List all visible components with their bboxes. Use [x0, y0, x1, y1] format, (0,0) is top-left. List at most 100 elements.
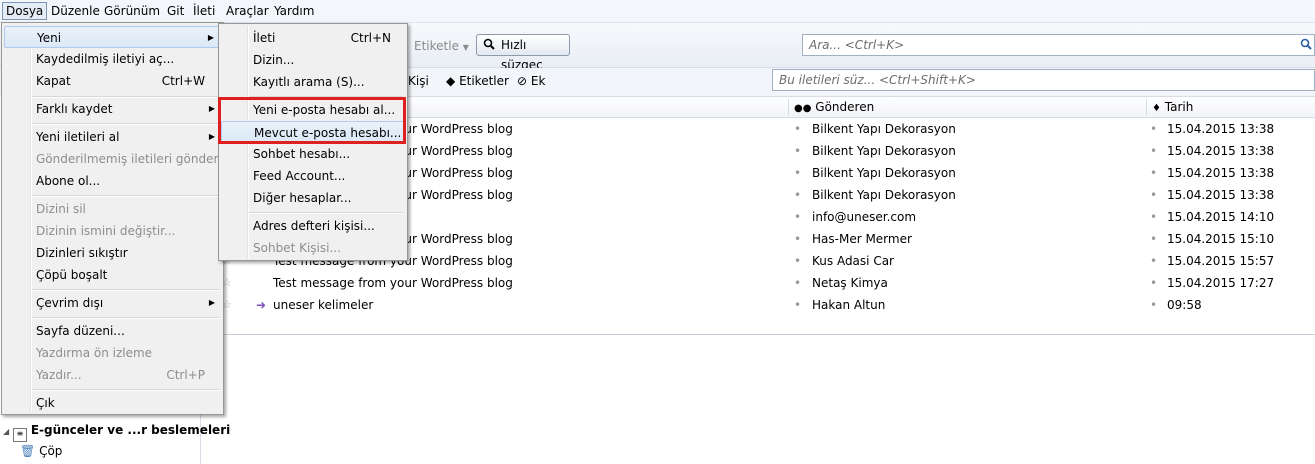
menu-yardim[interactable]: Yardım [270, 3, 318, 19]
menu-item-page-setup[interactable]: Sayfa düzeni... [4, 320, 221, 342]
read-dot-icon[interactable]: • [794, 184, 801, 206]
menu-duzenle[interactable]: Düzenle [47, 3, 104, 19]
column-separator [1146, 99, 1147, 115]
search-input[interactable]: Ara... <Ctrl+K> [802, 34, 1315, 56]
folder-feeds[interactable]: ◢ ≡ E-günceler ve ...r beslemeleri [3, 421, 230, 442]
column-date-label: Tarih [1164, 100, 1194, 114]
menu-item-feed-account[interactable]: Feed Account... [221, 165, 405, 187]
flame-icon: ♦ [1152, 103, 1161, 114]
menu-item-label: Sayfa düzeni... [36, 324, 125, 338]
feed-folder-icon: ≡ [12, 428, 27, 442]
table-row[interactable]: ☆ Test message from your WordPress blog • N… [200, 272, 1315, 294]
menu-item-offline[interactable]: Çevrim dışı ▶ [4, 292, 221, 314]
menu-item-print: Yazdır... Ctrl+P [4, 364, 221, 386]
menu-item-label: Diğer hesaplar... [253, 191, 352, 205]
quick-filter-button[interactable]: Hızlı süzgeç [476, 34, 570, 72]
menu-item-label: Dizinleri sıkıştır [36, 246, 128, 260]
menu-item-new[interactable]: Yeni ▶ [4, 26, 221, 48]
read-dot-icon[interactable]: • [794, 162, 801, 184]
menu-item-label: Dizini sil [36, 202, 86, 216]
menu-item-delete-folder: Dizini sil [4, 198, 221, 220]
row-date: 15.04.2015 14:10 [1167, 210, 1275, 224]
junk-dot-icon[interactable]: • [1150, 118, 1157, 140]
menu-item-new-folder[interactable]: Dizin... [221, 49, 405, 71]
filter-contact-button[interactable]: Kişi [408, 73, 429, 89]
filter-input[interactable]: Bu iletileri süz... <Ctrl+Shift+K> [772, 69, 1315, 91]
menu-item-compact-folders[interactable]: Dizinleri sıkıştır [4, 242, 221, 264]
read-dot-icon[interactable]: • [794, 206, 801, 228]
menu-item-label: İleti [253, 31, 276, 45]
chevron-down-icon: ▼ [462, 43, 469, 52]
menu-item-label: Kayıtlı arama (S)... [253, 75, 365, 89]
filter-tags-button[interactable]: ◆ Etiketler [446, 73, 509, 89]
menu-item-label: Gönderilmemiş iletileri gönder [36, 152, 219, 166]
row-subject: Test message from your WordPress blog [273, 276, 513, 290]
read-dot-icon[interactable]: • [794, 250, 801, 272]
tag-button[interactable]: Etiketle ▼ [414, 38, 469, 56]
filter-attachment-label: Ek [530, 74, 546, 88]
menu-araclar[interactable]: Araçlar [222, 3, 273, 19]
menu-item-label: Yazdır... [36, 368, 82, 382]
menu-item-saved-search[interactable]: Kayıtlı arama (S)... [221, 71, 405, 93]
menu-ileti[interactable]: İleti [189, 3, 219, 19]
menu-item-address-book-contact[interactable]: Adres defteri kişisi... [221, 215, 405, 237]
menu-item-save-as[interactable]: Farklı kaydet ▶ [4, 98, 221, 120]
menu-item-label: Çöpü boşalt [36, 268, 108, 282]
filter-attachment-button[interactable]: ⊘ Ek [517, 73, 545, 89]
menu-item-label: Kapat [36, 74, 71, 88]
junk-dot-icon[interactable]: • [1150, 184, 1157, 206]
menu-dosya[interactable]: Dosya [2, 2, 48, 20]
menu-item-open-saved[interactable]: Kaydedilmiş iletiyi aç... [4, 48, 221, 70]
menu-item-new-message[interactable]: İleti Ctrl+N [221, 27, 405, 49]
menu-gorunum[interactable]: Görünüm [100, 3, 164, 19]
menu-item-chat-account[interactable]: Sohbet hesabı... [221, 143, 405, 165]
menu-item-subscribe[interactable]: Abone ol... [4, 170, 221, 192]
read-dot-icon[interactable]: • [794, 118, 801, 140]
menu-item-exit[interactable]: Çık [4, 392, 221, 414]
tag-label: Etiketle [414, 39, 459, 53]
row-date: 15.04.2015 15:57 [1167, 254, 1275, 268]
junk-dot-icon[interactable]: • [1150, 250, 1157, 272]
menu-separator [32, 195, 219, 197]
row-date: 15.04.2015 15:10 [1167, 232, 1275, 246]
row-date: 15.04.2015 13:38 [1167, 122, 1275, 136]
row-from: Netaş Kimya [812, 276, 888, 290]
menu-item-get-messages[interactable]: Yeni iletileri al ▶ [4, 126, 221, 148]
list-divider [200, 334, 1315, 335]
row-from: Hakan Altun [812, 298, 886, 312]
junk-dot-icon[interactable]: • [1150, 162, 1157, 184]
submenu-arrow-icon: ▶ [208, 298, 215, 307]
thread-icon: ●● [794, 103, 812, 114]
row-from: Bilkent Yapı Dekorasyon [812, 122, 956, 136]
expand-triangle-icon[interactable]: ◢ [3, 427, 9, 436]
submenu-arrow-icon: ▶ [208, 104, 215, 113]
menu-bar: Dosya Düzenle Görünüm Git İleti Araçlar … [0, 0, 1315, 23]
read-dot-icon[interactable]: • [794, 294, 801, 316]
junk-dot-icon[interactable]: • [1150, 294, 1157, 316]
junk-dot-icon[interactable]: • [1150, 206, 1157, 228]
menu-item-label: Adres defteri kişisi... [253, 219, 375, 233]
menu-item-label: Feed Account... [253, 169, 346, 183]
column-separator [788, 99, 789, 115]
column-from-label: Gönderen [815, 100, 875, 114]
table-row[interactable]: ☆ ➜ uneser kelimeler • Hakan Altun • 09:58 [200, 294, 1315, 316]
menu-item-print-preview: Yazdırma ön izleme [4, 342, 221, 364]
row-from: Bilkent Yapı Dekorasyon [812, 166, 956, 180]
column-from[interactable]: ●● Gönderen [794, 99, 874, 117]
menu-item-chat-contact: Sohbet Kişisi... [221, 237, 405, 259]
folder-feeds-label: E-günceler ve ...r beslemeleri [30, 423, 231, 437]
folder-trash[interactable]: 🗑 Çöp [20, 442, 62, 460]
menu-item-other-accounts[interactable]: Diğer hesaplar... [221, 187, 405, 209]
read-dot-icon[interactable]: • [794, 140, 801, 162]
menu-item-label: Farklı kaydet [36, 102, 113, 116]
menu-item-empty-trash[interactable]: Çöpü boşalt [4, 264, 221, 286]
read-dot-icon[interactable]: • [794, 272, 801, 294]
menu-item-close[interactable]: Kapat Ctrl+W [4, 70, 221, 92]
junk-dot-icon[interactable]: • [1150, 228, 1157, 250]
junk-dot-icon[interactable]: • [1150, 272, 1157, 294]
column-date[interactable]: ♦ Tarih [1152, 99, 1193, 117]
menu-git[interactable]: Git [163, 3, 188, 19]
read-dot-icon[interactable]: • [794, 228, 801, 250]
row-date: 09:58 [1167, 298, 1202, 312]
junk-dot-icon[interactable]: • [1150, 140, 1157, 162]
